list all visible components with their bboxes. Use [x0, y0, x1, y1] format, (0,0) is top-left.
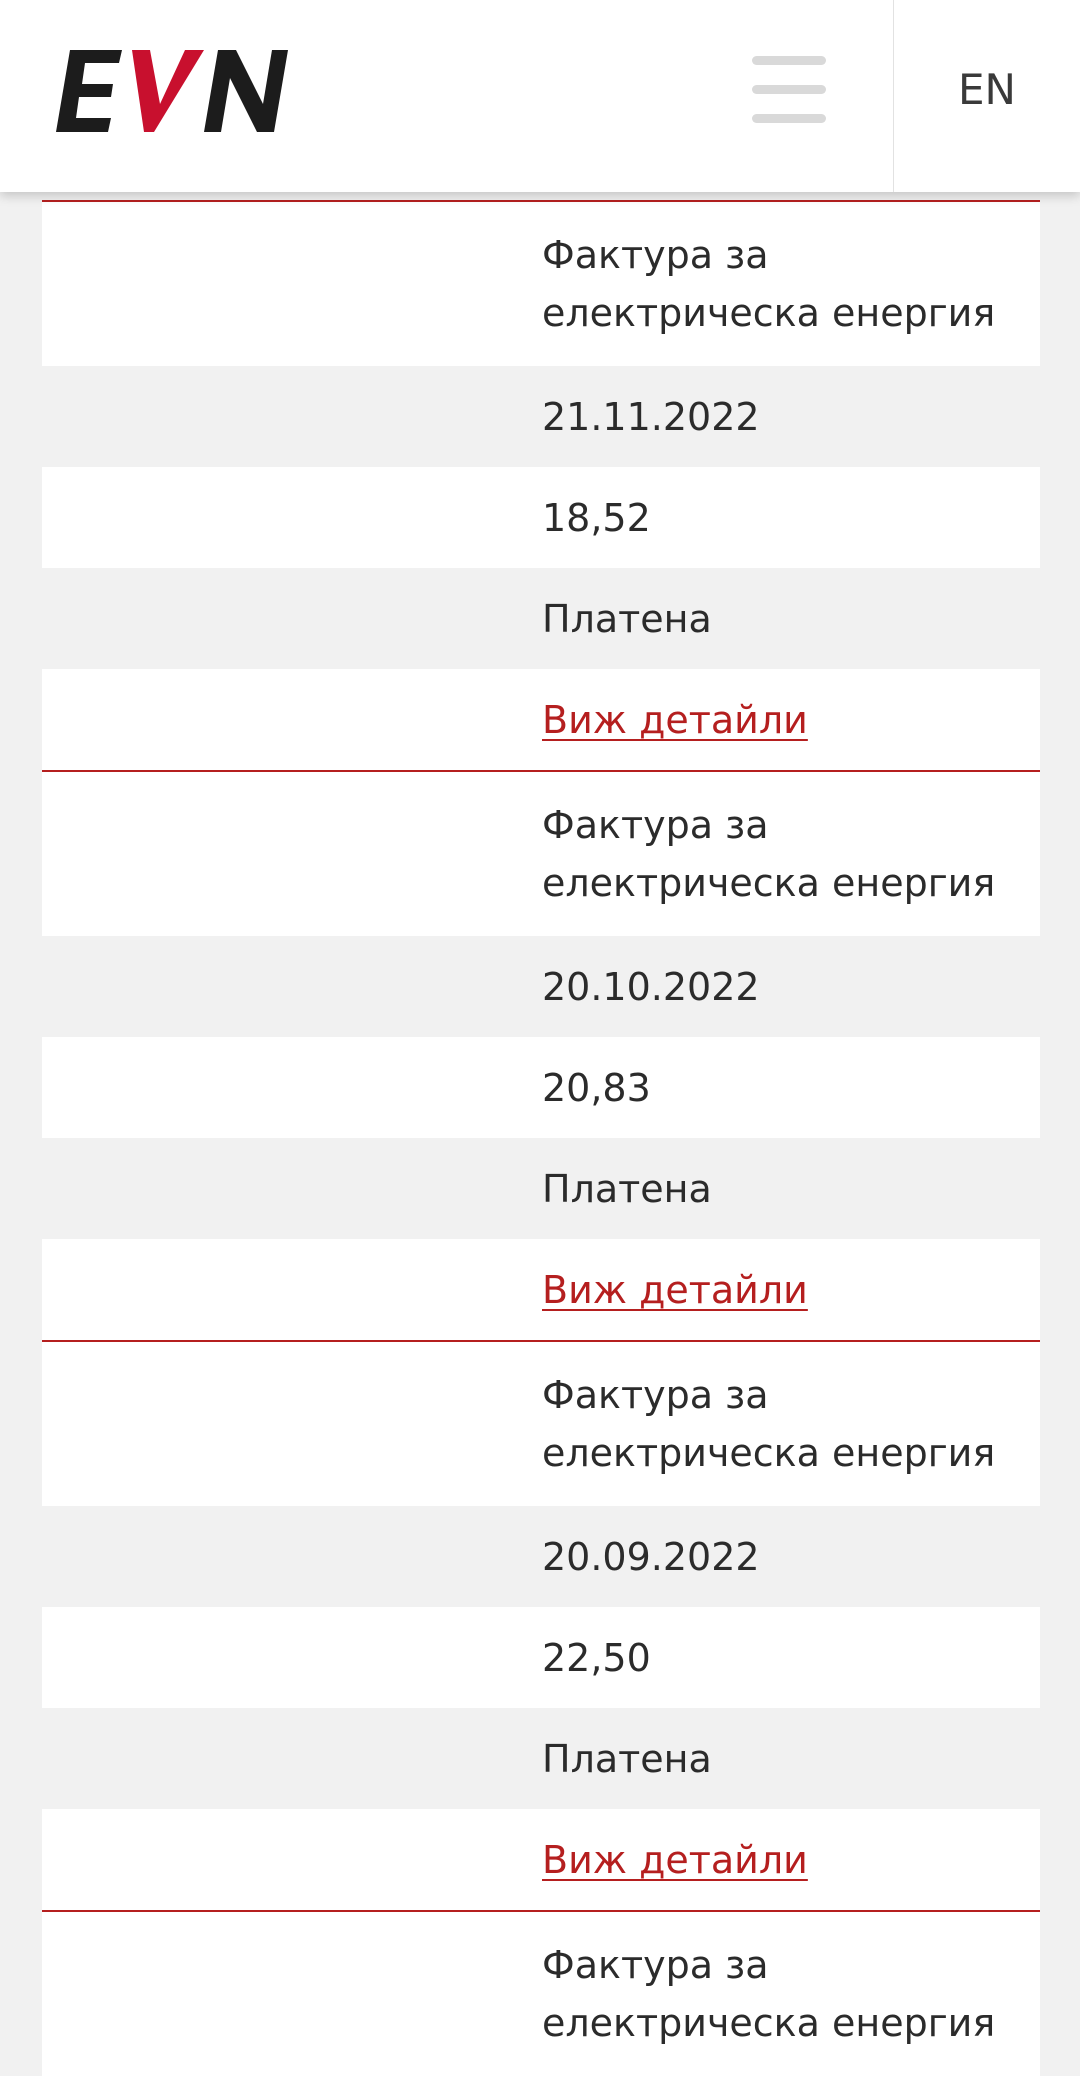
hamburger-menu-icon[interactable]: [752, 54, 826, 126]
menu-bar-top: [752, 56, 826, 65]
invoice-date-row: 20.10.2022: [42, 936, 1040, 1037]
invoice-type: Фактура за електрическа енергия: [542, 233, 996, 335]
invoice-date: 20.09.2022: [542, 1534, 760, 1579]
invoice-details-row: Виж детайли: [42, 1239, 1040, 1340]
invoice-amount: 20,83: [542, 1065, 651, 1110]
invoice-status-row: Платена: [42, 1138, 1040, 1239]
menu-bar-middle: [752, 85, 826, 94]
invoice-type: Фактура за електрическа енергия: [542, 1373, 996, 1475]
invoice-details-row: Виж детайли: [42, 1809, 1040, 1910]
invoice-type-row: Фактура за електрическа енергия: [42, 202, 1040, 366]
app-header: EN: [0, 0, 1080, 192]
menu-bar-bottom: [752, 114, 826, 123]
invoice-date: 21.11.2022: [542, 394, 760, 439]
invoice-date-row: 21.11.2022: [42, 366, 1040, 467]
invoice-amount: 22,50: [542, 1635, 651, 1680]
invoice-status-row: Платена: [42, 568, 1040, 669]
view-details-link[interactable]: Виж детайли: [542, 691, 808, 749]
invoice-details-row: Виж детайли: [42, 669, 1040, 770]
invoice-status: Платена: [542, 1736, 712, 1781]
invoice-date: 20.10.2022: [542, 964, 760, 1009]
invoice-card: Фактура за електрическа енергия 20.10.20…: [42, 770, 1040, 1340]
evn-logo[interactable]: [52, 48, 288, 134]
view-details-link[interactable]: Виж детайли: [542, 1261, 808, 1319]
invoice-status: Платена: [542, 596, 712, 641]
language-switch-button[interactable]: EN: [894, 0, 1080, 178]
invoice-status-row: Платена: [42, 1708, 1040, 1809]
invoice-type: Фактура за електрическа енергия: [542, 803, 996, 905]
invoice-type-row: Фактура за електрическа енергия: [42, 1912, 1040, 2076]
invoice-card: Фактура за електрическа енергия 21.11.20…: [42, 200, 1040, 770]
invoice-type: Фактура за електрическа енергия: [542, 1943, 996, 2045]
invoice-amount-row: 20,83: [42, 1037, 1040, 1138]
invoice-amount-row: 18,52: [42, 467, 1040, 568]
invoice-amount: 18,52: [542, 495, 651, 540]
view-details-link[interactable]: Виж детайли: [542, 1831, 808, 1889]
invoice-type-row: Фактура за електрическа енергия: [42, 1342, 1040, 1506]
invoice-type-row: Фактура за електрическа енергия: [42, 772, 1040, 936]
invoice-list: Фактура за електрическа енергия 21.11.20…: [42, 200, 1040, 2076]
invoice-amount-row: 22,50: [42, 1607, 1040, 1708]
invoice-card: Фактура за електрическа енергия 20.09.20…: [42, 1340, 1040, 1910]
invoice-date-row: 20.09.2022: [42, 1506, 1040, 1607]
invoice-status: Платена: [542, 1166, 712, 1211]
invoice-card: Фактура за електрическа енергия: [42, 1910, 1040, 2076]
